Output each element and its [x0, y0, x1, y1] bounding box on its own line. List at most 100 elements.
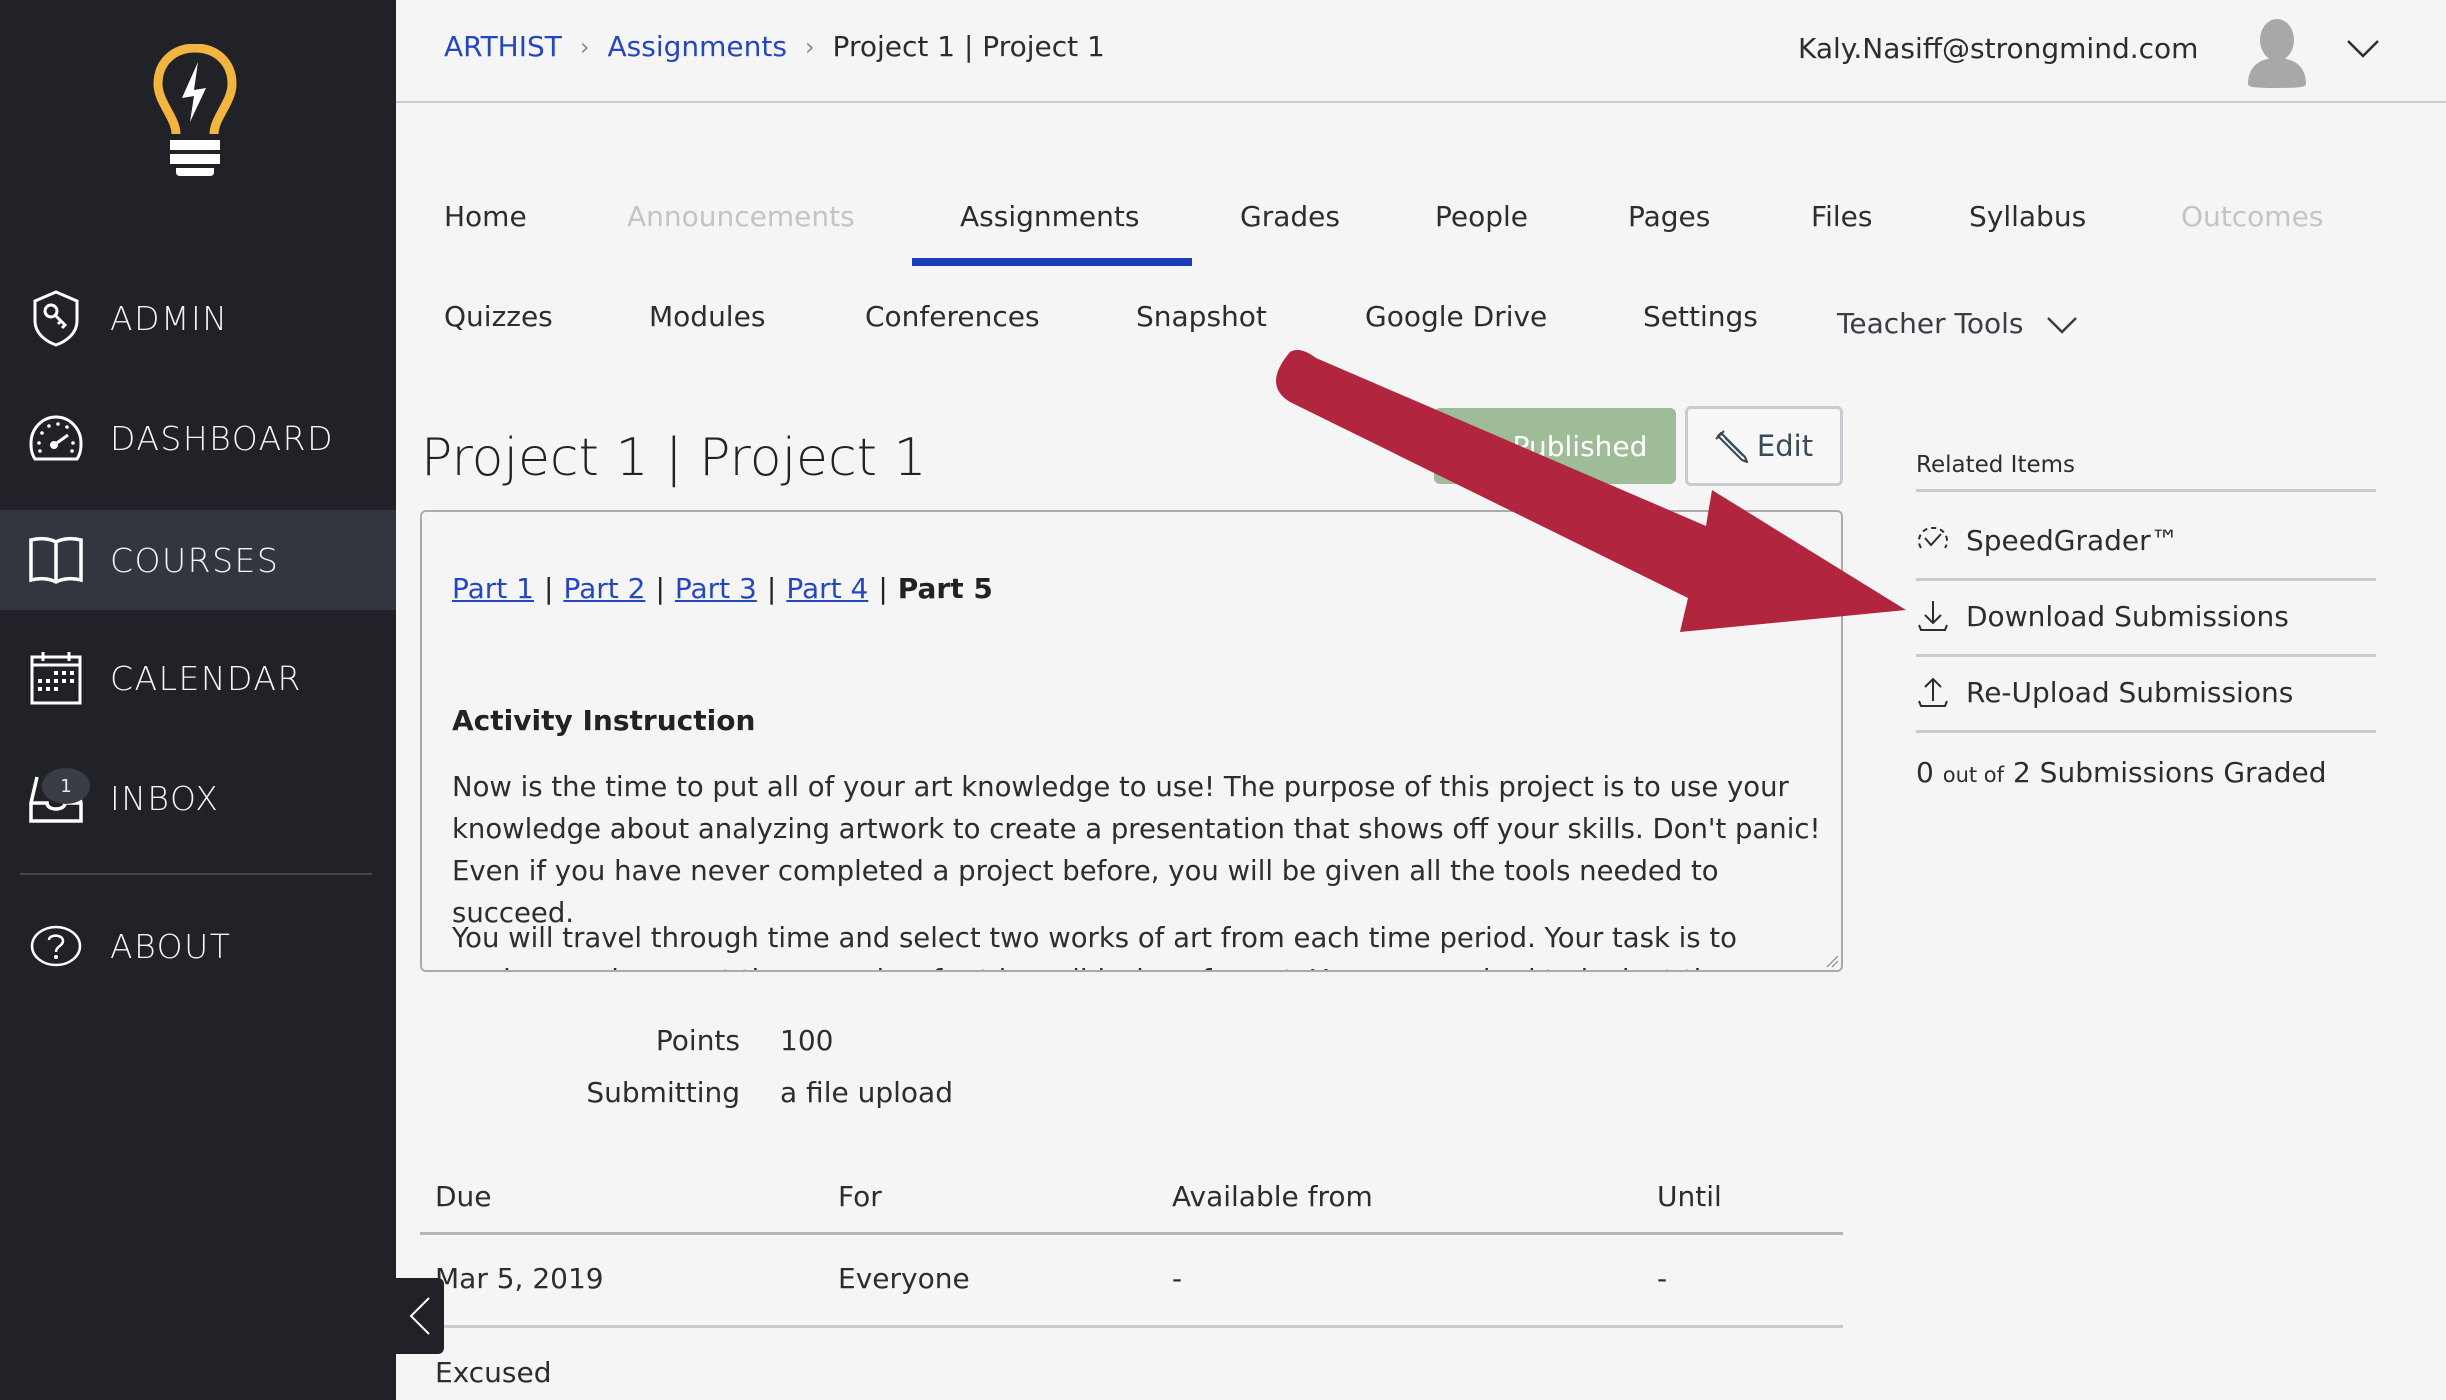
assignment-description[interactable]: Part 1 | Part 2 | Part 3 | Part 4 | Part 5 Activ… [420, 510, 1843, 972]
question-circle-icon [28, 918, 84, 974]
tab-announcements[interactable]: Announcements [627, 200, 855, 233]
nav-item-admin[interactable]: ADMIN [0, 268, 396, 368]
tab-assignments[interactable]: Assignments [960, 200, 1139, 233]
chevron-right-icon: › [804, 32, 815, 61]
upload-icon [1916, 675, 1950, 709]
part-links: Part 1 | Part 2 | Part 3 | Part 4 | Part 5 [452, 572, 993, 605]
breadcrumb: ARTHIST › Assignments › Project 1 | Proj… [444, 30, 1105, 63]
chevron-down-icon[interactable] [2346, 38, 2380, 60]
download-submissions-label: Download Submissions [1966, 599, 2289, 633]
description-paragraph: You will travel through time and select … [452, 922, 1737, 970]
until-cell: - [1657, 1262, 1668, 1295]
inbox-unread-badge: 1 [42, 768, 90, 804]
resize-handle-icon[interactable] [1823, 952, 1839, 968]
graded-count: 0 [1916, 756, 1934, 789]
published-button[interactable]: Published [1434, 408, 1676, 484]
description-paragraph: Now is the time to put all of your art k… [452, 771, 1821, 929]
speedgrader-link[interactable]: SpeedGrader™ [1916, 510, 2376, 570]
tab-outcomes[interactable]: Outcomes [2181, 200, 2323, 233]
column-header-for: For [838, 1180, 882, 1213]
points-value: 100 [780, 1024, 834, 1057]
nav-label: ABOUT [110, 926, 232, 966]
download-submissions-link[interactable]: Download Submissions [1916, 586, 2376, 646]
excused-label: Excused [435, 1356, 552, 1389]
user-email[interactable]: Kaly.Nasiff@strongmind.com [1798, 32, 2198, 65]
divider [1916, 489, 2376, 492]
top-header: ARTHIST › Assignments › Project 1 | Proj… [396, 0, 2446, 103]
book-icon [28, 532, 84, 588]
nav-item-courses[interactable]: COURSES [0, 510, 396, 610]
nav-label: DASHBOARD [110, 418, 335, 458]
part-5-current: Part 5 [897, 572, 993, 605]
table-header-divider [420, 1232, 1843, 1235]
download-icon [1916, 599, 1950, 633]
nav-item-inbox[interactable]: 1 INBOX [0, 748, 396, 848]
reupload-submissions-label: Re-Upload Submissions [1966, 675, 2294, 709]
graded-out-of: out of [1942, 763, 2005, 787]
part-2-link[interactable]: Part 2 [563, 572, 645, 605]
divider [1916, 654, 2376, 657]
tab-google-drive[interactable]: Google Drive [1365, 300, 1547, 333]
due-date-cell: Mar 5, 2019 [435, 1262, 604, 1295]
tab-grades[interactable]: Grades [1240, 200, 1340, 233]
tab-conferences[interactable]: Conferences [865, 300, 1040, 333]
nav-divider [20, 873, 372, 875]
tab-modules[interactable]: Modules [649, 300, 765, 333]
related-items-title: Related Items [1916, 452, 2076, 478]
speedgrader-label: SpeedGrader™ [1966, 523, 2179, 557]
activity-heading: Activity Instruction [452, 704, 756, 737]
nav-label: ADMIN [110, 298, 229, 338]
edit-button[interactable]: Edit [1685, 406, 1843, 486]
available-from-cell: - [1172, 1262, 1183, 1295]
tab-quizzes[interactable]: Quizzes [444, 300, 553, 333]
submissions-graded-summary: 0 out of 2 Submissions Graded [1916, 756, 2326, 789]
submitting-value: a file upload [780, 1076, 953, 1109]
active-tab-indicator [912, 258, 1192, 266]
tab-snapshot[interactable]: Snapshot [1136, 300, 1267, 333]
breadcrumb-current: Project 1 | Project 1 [832, 30, 1105, 63]
graded-total: 2 Submissions Graded [2012, 756, 2327, 789]
nav-label: CALENDAR [110, 658, 302, 698]
tab-settings[interactable]: Settings [1643, 300, 1758, 333]
breadcrumb-assignments[interactable]: Assignments [607, 30, 786, 63]
tab-files[interactable]: Files [1811, 200, 1872, 233]
breadcrumb-course[interactable]: ARTHIST [444, 30, 562, 63]
tab-syllabus[interactable]: Syllabus [1969, 200, 2086, 233]
speedometer-icon [28, 410, 84, 466]
divider [1916, 730, 2376, 733]
table-row-divider [420, 1325, 1843, 1328]
tab-people[interactable]: People [1435, 200, 1528, 233]
column-header-available-from: Available from [1172, 1180, 1373, 1213]
collapse-sidebar-button[interactable] [396, 1278, 444, 1354]
published-label: Published [1512, 429, 1648, 463]
part-4-link[interactable]: Part 4 [786, 572, 868, 605]
nav-item-about[interactable]: ABOUT [0, 896, 396, 996]
global-nav-sidebar: ADMIN DASHBOARD COURSES CALENDAR 1 INBOX… [0, 0, 396, 1400]
page-title: Project 1 | Project 1 [421, 428, 927, 488]
chevron-left-icon [409, 1297, 430, 1335]
part-3-link[interactable]: Part 3 [675, 572, 757, 605]
chevron-down-icon [2047, 317, 2078, 334]
nav-item-dashboard[interactable]: DASHBOARD [0, 388, 396, 488]
chevron-right-icon: › [579, 32, 590, 61]
lightbulb-logo[interactable] [152, 43, 238, 176]
teacher-tools-label: Teacher Tools [1837, 307, 2024, 340]
avatar[interactable] [2244, 18, 2310, 88]
shield-key-icon [28, 290, 84, 347]
edit-label: Edit [1756, 429, 1814, 463]
tab-pages[interactable]: Pages [1628, 200, 1710, 233]
speedgrader-check-icon [1916, 523, 1950, 557]
part-1-link[interactable]: Part 1 [452, 572, 534, 605]
column-header-until: Until [1657, 1180, 1722, 1213]
nav-label: INBOX [110, 778, 220, 818]
tab-home[interactable]: Home [444, 200, 527, 233]
reupload-submissions-link[interactable]: Re-Upload Submissions [1916, 662, 2376, 722]
nav-item-calendar[interactable]: CALENDAR [0, 628, 396, 728]
submitting-label: Submitting [586, 1076, 740, 1109]
for-cell: Everyone [838, 1262, 970, 1295]
nav-label: COURSES [110, 540, 280, 580]
column-header-due: Due [435, 1180, 492, 1213]
tab-teacher-tools[interactable]: Teacher Tools [1837, 307, 2078, 340]
points-label: Points [655, 1024, 740, 1057]
divider [1916, 578, 2376, 581]
